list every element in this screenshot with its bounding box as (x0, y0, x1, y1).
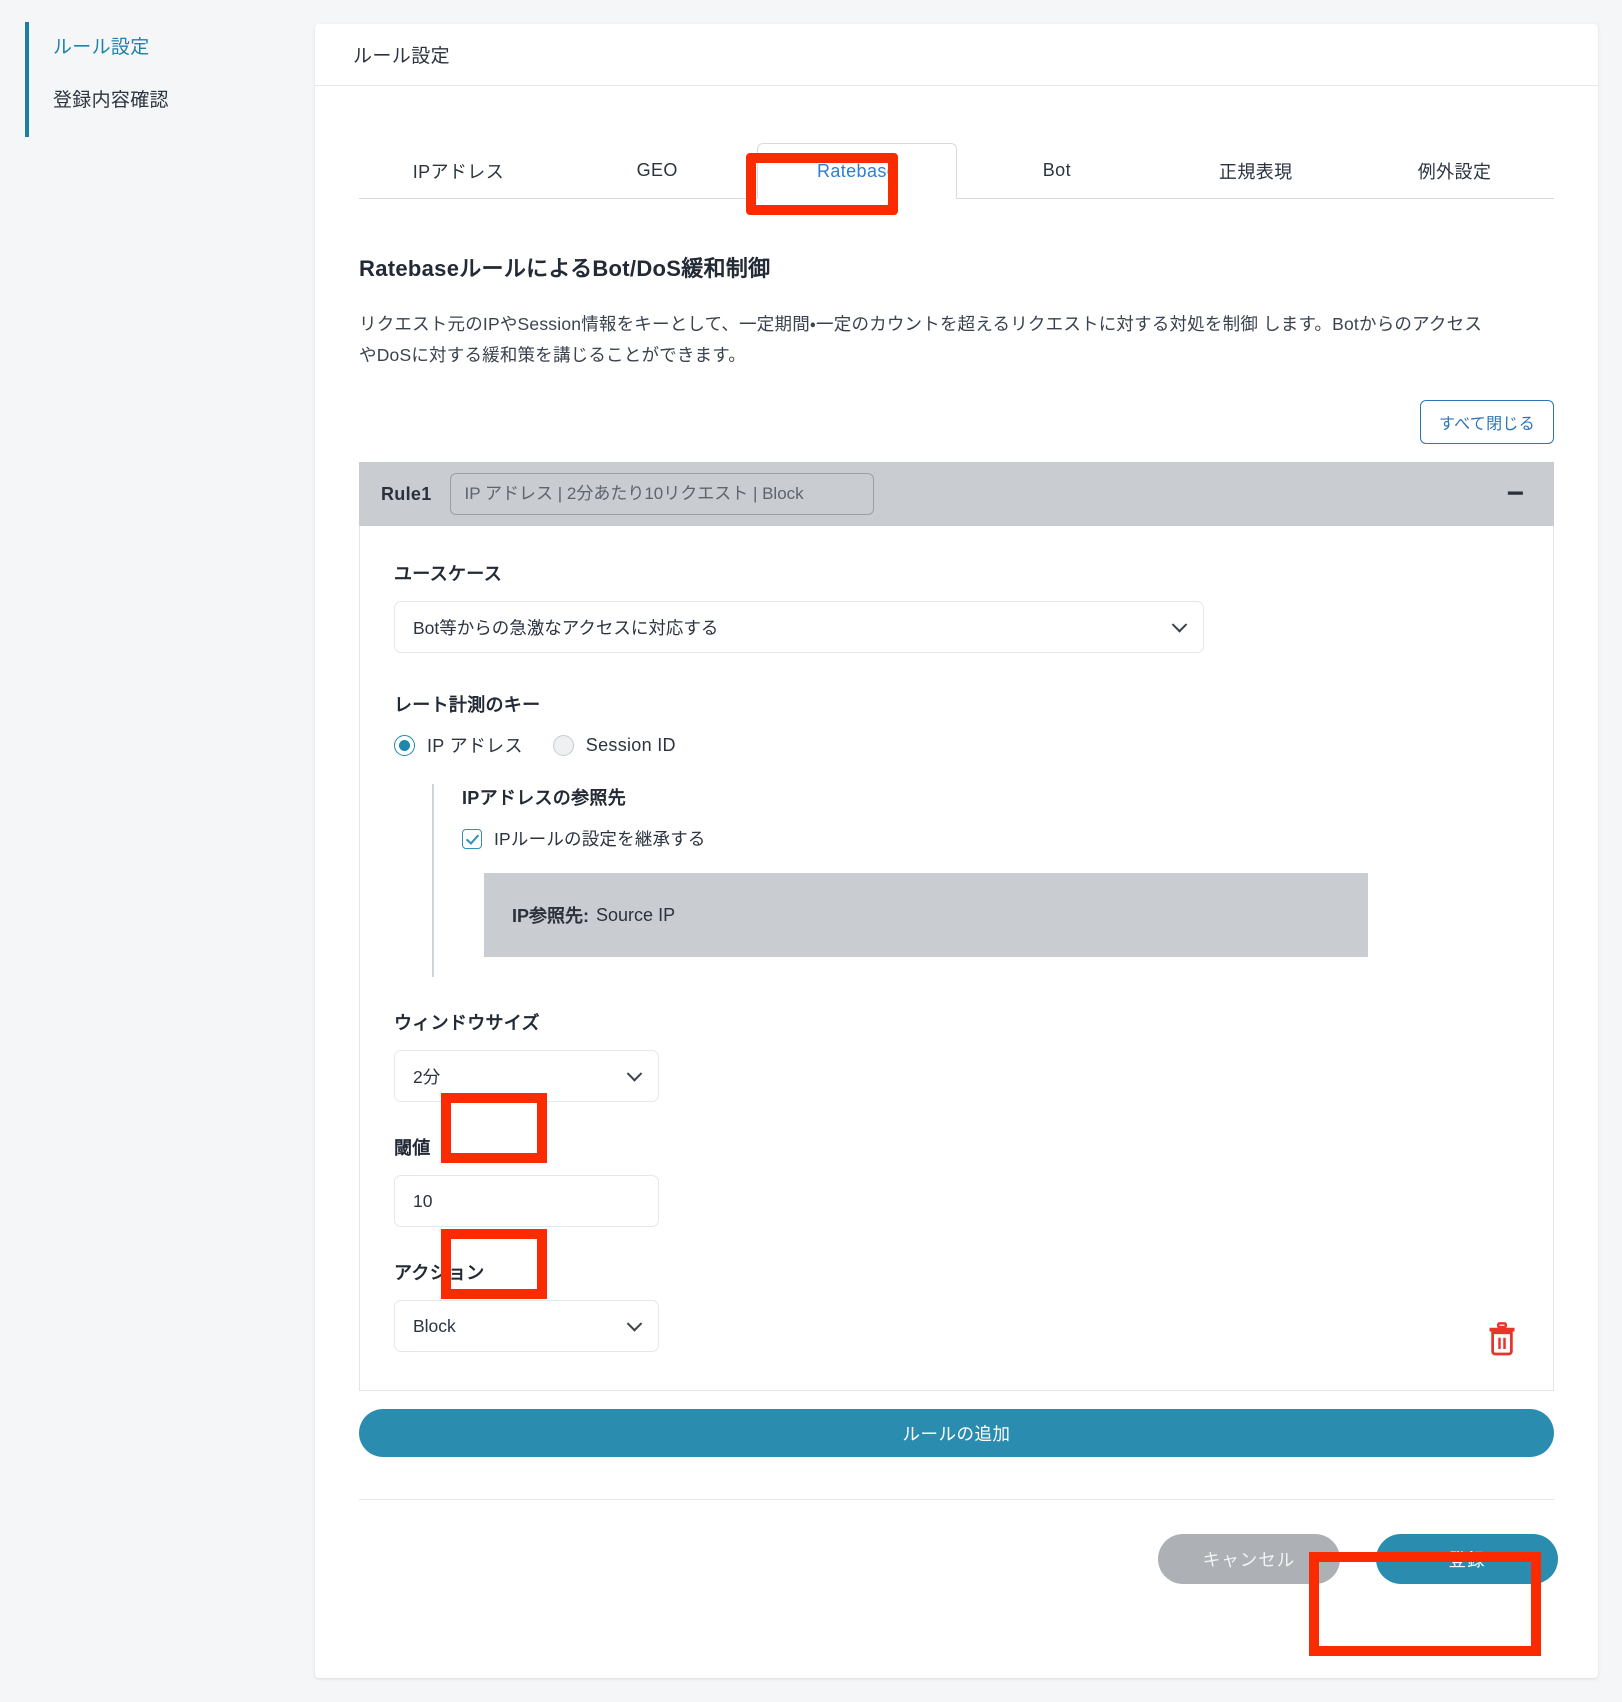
ip-reference-info-box: IP参照先: Source IP (484, 873, 1368, 958)
ip-reference-info-key: IP参照先: (512, 906, 590, 927)
tab-bot[interactable]: Bot (957, 143, 1156, 198)
page-title: ルール設定 (353, 46, 451, 67)
ip-reference-title: IPアドレスの参照先 (462, 788, 627, 809)
sidebar-active-rail (25, 22, 29, 137)
tab-label: IPアドレス (412, 161, 505, 182)
usecase-label: ユースケース (394, 564, 502, 585)
rule-header: Rule1 − (359, 462, 1554, 527)
window-size-select[interactable]: 2分 (394, 1050, 659, 1103)
minus-icon[interactable]: − (1506, 479, 1530, 509)
inherit-ip-rule-label: IPルールの設定を継承する (494, 829, 706, 850)
rule-name-label: Rule1 (381, 483, 432, 504)
usecase-select[interactable]: Bot等からの急激なアクセスに対応する (394, 601, 1204, 654)
ip-reference-info-value: Source IP (596, 904, 676, 925)
radio-session-id-label: Session ID (585, 734, 676, 755)
rate-key-label: レート計測のキー (394, 695, 541, 716)
close-all-button[interactable]: すべて閉じる (1419, 400, 1554, 445)
rule-summary-input[interactable] (449, 473, 874, 516)
chevron-down-icon (626, 1316, 643, 1332)
sidebar-item-label: 登録内容確認 (53, 89, 169, 111)
action-selected-value: Block (413, 1315, 456, 1336)
sidebar: ルール設定 登録内容確認 (0, 0, 315, 1702)
rule-card: Rule1 − ユースケース Bot等からの急激なアクセスに対応する レート計測… (359, 462, 1554, 1458)
action-label: アクション (394, 1263, 485, 1284)
chevron-down-icon (1171, 617, 1188, 633)
chevron-down-icon (626, 1066, 643, 1082)
rule-body: ユースケース Bot等からの急激なアクセスに対応する レート計測のキー IP ア… (359, 526, 1554, 1392)
tab-bar: IPアドレス GEO Ratebase Bot 正規表現 例外設定 (359, 143, 1554, 215)
usecase-selected-value: Bot等からの急激なアクセスに対応する (413, 617, 719, 638)
radio-ip-address-label: IP アドレス (427, 736, 523, 757)
tab-ratebase[interactable]: Ratebase (756, 143, 958, 199)
inherit-ip-rule-row: IPルールの設定を継承する (462, 826, 1519, 851)
rate-key-radio-group: IP アドレス Session ID (394, 732, 1519, 758)
window-size-selected-value: 2分 (413, 1066, 441, 1087)
window-size-label: ウィンドウサイズ (394, 1013, 540, 1034)
tab-exception[interactable]: 例外設定 (1355, 143, 1554, 198)
tab-label: 例外設定 (1417, 161, 1492, 182)
card-body: IPアドレス GEO Ratebase Bot 正規表現 例外設定 Rateba… (315, 143, 1598, 1501)
app-root: ルール設定 登録内容確認 ルール設定 IPアドレス GEO Ratebase B… (0, 0, 1622, 1702)
tab-label: GEO (636, 160, 678, 180)
tab-ip-address[interactable]: IPアドレス (359, 143, 558, 198)
ip-reference-section: IPアドレスの参照先 IPルールの設定を継承する IP参照先: Source I… (432, 784, 1519, 978)
radio-ip-address[interactable] (394, 734, 415, 756)
card-header: ルール設定 (315, 24, 1598, 86)
footer-actions: キャンセル 登録 (315, 1500, 1598, 1624)
inherit-ip-rule-checkbox[interactable] (462, 828, 482, 849)
section-description-line-1: リクエスト元のIPやSession情報をキーとして、一定期間・一定のカウントを超… (359, 314, 1259, 334)
sidebar-item-rule-settings[interactable]: ルール設定 (0, 22, 315, 75)
action-select[interactable]: Block (394, 1300, 659, 1353)
sidebar-item-confirm-registration[interactable]: 登録内容確認 (0, 75, 315, 128)
tab-geo[interactable]: GEO (558, 143, 757, 198)
threshold-label: 閾値 (394, 1138, 431, 1159)
submit-button[interactable]: 登録 (1376, 1534, 1558, 1585)
tab-label: 正規表現 (1218, 161, 1293, 182)
section-description: リクエスト元のIPやSession情報をキーとして、一定期間・一定のカウントを超… (359, 309, 1494, 370)
threshold-input[interactable] (394, 1175, 659, 1228)
sidebar-item-label: ルール設定 (53, 37, 150, 58)
main-card: ルール設定 IPアドレス GEO Ratebase Bot 正規表現 例外設定 … (315, 24, 1598, 1678)
tab-regex[interactable]: 正規表現 (1156, 143, 1355, 198)
radio-session-id[interactable] (552, 734, 574, 756)
cancel-button[interactable]: キャンセル (1158, 1534, 1340, 1585)
tab-label: Bot (1042, 160, 1071, 180)
add-rule-button[interactable]: ルールの追加 (359, 1409, 1554, 1458)
section-title: RatebaseルールによるBot/DoS緩和制御 (359, 256, 771, 281)
trash-icon[interactable] (1487, 1322, 1517, 1356)
close-all-row: すべて閉じる (359, 400, 1554, 445)
tab-label: Ratebase (816, 160, 898, 181)
